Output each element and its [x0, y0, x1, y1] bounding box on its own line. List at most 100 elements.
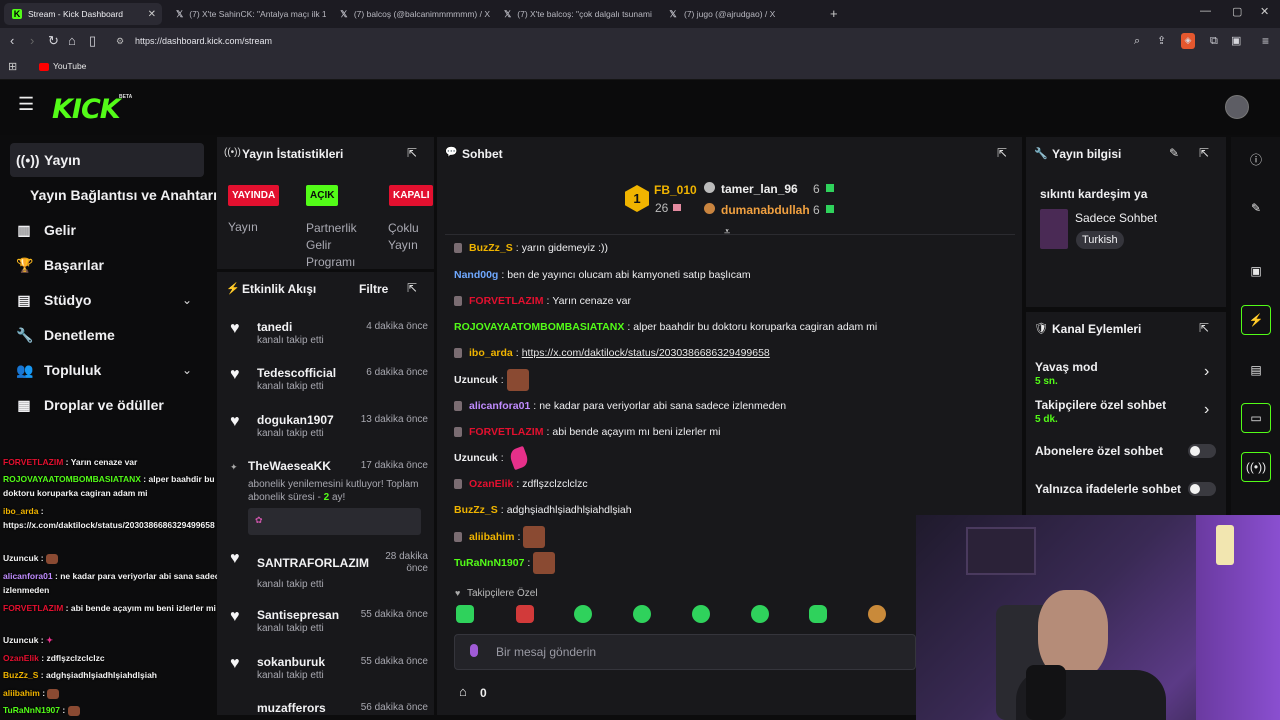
home-icon[interactable]: ⌂ — [68, 34, 76, 48]
chat-message: ibo_arda: https://x.com/daktilock/status/… — [454, 347, 770, 359]
bolt-icon[interactable]: ⚡ — [1241, 305, 1271, 335]
new-tab-icon[interactable]: + — [830, 6, 838, 21]
tab-x-1[interactable]: 𝕏 (7) X'te SahinCK: "Antalya maçı ilk 11 — [168, 3, 326, 25]
popout-icon[interactable]: ⇱ — [997, 146, 1007, 160]
bookmark-youtube[interactable]: YouTube — [53, 61, 86, 71]
chevron-right-icon[interactable]: › — [1204, 401, 1209, 419]
kick-logo[interactable]: KICK — [52, 94, 121, 125]
emote-icon[interactable] — [574, 605, 592, 623]
x-favicon-icon: 𝕏 — [176, 8, 184, 19]
menu-icon[interactable]: ≡ — [1262, 34, 1269, 48]
activity-item-subscription: ✦ TheWaeseaKK 17 dakika önce abonelik ye… — [228, 459, 428, 537]
popout-icon[interactable]: ⇱ — [1199, 146, 1209, 160]
reload-icon[interactable]: ↻ — [48, 34, 59, 48]
leader-name[interactable]: tamer_lan_96 — [721, 182, 798, 196]
browser-nav-bar: ‹ › ↻ ⌂ ▯ ⚙ https://dashboard.kick.com/s… — [0, 28, 1280, 55]
chevron-down-icon[interactable]: ⌄ — [182, 293, 192, 307]
chat-input[interactable]: Bir mesaj gönderin — [454, 634, 916, 670]
popout-icon[interactable]: ⇱ — [407, 281, 417, 295]
emotes-chat-label: Yalnızca ifadelerle sohbet — [1035, 482, 1182, 496]
subscription-icon: ✦ — [230, 462, 238, 472]
hamburger-icon[interactable]: ☰ — [18, 94, 34, 115]
popout-icon[interactable]: ⇱ — [1199, 321, 1209, 335]
sidebar-item-topluluk[interactable]: 👥 Topluluk — [16, 355, 101, 385]
tab-x-3[interactable]: 𝕏 (7) X'te balcoş: "çok dalgalı tsunami … — [496, 3, 654, 25]
emote-icon — [45, 553, 58, 564]
status-badge-live: YAYINDA — [228, 185, 280, 206]
sidebar-item-denetleme[interactable]: 🔧 Denetleme — [16, 320, 115, 350]
category-name[interactable]: Sadece Sohbet — [1075, 211, 1157, 225]
sidebar-item-label: Yayın — [44, 152, 81, 168]
screen-icon[interactable]: ▣ — [1241, 256, 1271, 286]
emote-icon[interactable] — [809, 605, 827, 623]
sidebar-item-stream-key[interactable]: Yayın Bağlantısı ve Anahtarı — [30, 180, 217, 210]
followers-only-label: Takipçilere Özel — [467, 588, 538, 599]
zoom-icon[interactable]: ⌕ — [1134, 34, 1140, 48]
shelf-frame — [966, 527, 1036, 575]
emote-icon[interactable] — [751, 605, 769, 623]
tab-kick-dashboard[interactable]: K Stream - Kick Dashboard ✕ — [4, 3, 162, 25]
beta-label: BETA — [119, 94, 133, 100]
points-count: 0 — [480, 686, 487, 700]
close-icon[interactable]: ✕ — [148, 9, 156, 20]
tab-x-4[interactable]: 𝕏 (7) jugo (@ajrudgao) / X — [660, 3, 818, 25]
sidebar-item-gelir[interactable]: ▥ Gelir — [16, 215, 76, 245]
share-icon[interactable]: ⇪ — [1157, 34, 1166, 48]
emote-icon[interactable] — [868, 605, 886, 623]
sidebar-item-yayin[interactable]: ((•)) Yayın — [16, 145, 81, 175]
minimize-icon[interactable]: — — [1200, 5, 1211, 17]
info-icon[interactable]: ⓘ — [1241, 144, 1271, 174]
sidebar-item-basarilar[interactable]: 🏆 Başarılar — [16, 250, 104, 280]
document-icon[interactable]: ▤ — [1241, 355, 1271, 385]
sidebar-item-droplar[interactable]: ▦ Droplar ve ödüller — [16, 390, 164, 420]
avatar[interactable] — [1225, 95, 1249, 119]
user-badge-icon — [454, 427, 462, 437]
chat-bubble-icon[interactable]: ▭ — [1241, 403, 1271, 433]
edit-icon[interactable]: ✎ — [1241, 193, 1271, 223]
activity-title: Etkinlik Akışı — [242, 282, 317, 296]
bookmark-icon[interactable]: ▯ — [89, 34, 96, 48]
webcam-preview — [916, 515, 1280, 720]
sidebar-item-label: Droplar ve ödüller — [44, 397, 164, 413]
store-icon[interactable]: ⌂ — [459, 684, 467, 699]
emote-icon[interactable] — [692, 605, 710, 623]
chat-link[interactable]: https://x.com/daktilock/status/203038668… — [522, 347, 770, 359]
emotes-chat-toggle[interactable] — [1188, 482, 1216, 496]
window-close-icon[interactable]: ✕ — [1260, 5, 1269, 18]
broadcast-icon[interactable]: ((•)) — [1241, 452, 1271, 482]
leader-name[interactable]: dumanabdullah — [721, 203, 810, 217]
forward-icon[interactable]: › — [30, 34, 34, 48]
tab-x-2[interactable]: 𝕏 (7) balcoş (@balcanimmmmmm) / X — [332, 3, 490, 25]
maximize-icon[interactable]: ▢ — [1232, 5, 1242, 18]
emote-icon[interactable] — [516, 605, 534, 623]
sidebar-item-studyo[interactable]: ▤ Stüdyo — [16, 285, 91, 315]
leader-name[interactable]: FB_010 — [654, 183, 697, 197]
brave-shield-icon[interactable]: ◈ — [1181, 33, 1195, 49]
expand-leaderboard-icon[interactable]: ⩡ — [724, 226, 730, 239]
category-thumbnail[interactable] — [1040, 209, 1068, 249]
back-icon[interactable]: ‹ — [10, 34, 14, 48]
edit-icon[interactable]: ✎ — [1169, 146, 1179, 160]
chevron-down-icon[interactable]: ⌄ — [182, 363, 192, 377]
sidebar-toggle-icon[interactable]: ▣ — [1231, 34, 1241, 48]
sidebar-item-label: Denetleme — [44, 327, 115, 343]
microphone-icon[interactable] — [470, 644, 478, 657]
studio-icon: ▤ — [17, 291, 31, 308]
address-bar[interactable]: ⚙ https://dashboard.kick.com/stream — [110, 31, 1200, 52]
chevron-right-icon[interactable]: › — [1204, 363, 1209, 381]
heart-icon: ♥ — [455, 588, 461, 598]
extensions-icon[interactable]: ⧉ — [1210, 34, 1218, 48]
youtube-icon — [39, 63, 49, 71]
popout-icon[interactable]: ⇱ — [407, 146, 417, 160]
filter-button[interactable]: Filtre — [359, 282, 388, 296]
wrench-icon: 🔧 — [1034, 148, 1048, 160]
apps-grid-icon[interactable]: ⊞ — [8, 60, 17, 73]
emote-icon[interactable] — [633, 605, 651, 623]
subs-chat-toggle[interactable] — [1188, 444, 1216, 458]
emote-icon[interactable] — [456, 605, 474, 623]
slow-mode-label: Yavaş mod — [1035, 360, 1098, 374]
sidebar-item-label: Başarılar — [44, 257, 104, 273]
heart-icon: ♥ — [230, 608, 240, 625]
site-settings-icon[interactable]: ⚙ — [116, 31, 124, 52]
chat-message: Uzuncuk: — [454, 369, 529, 391]
